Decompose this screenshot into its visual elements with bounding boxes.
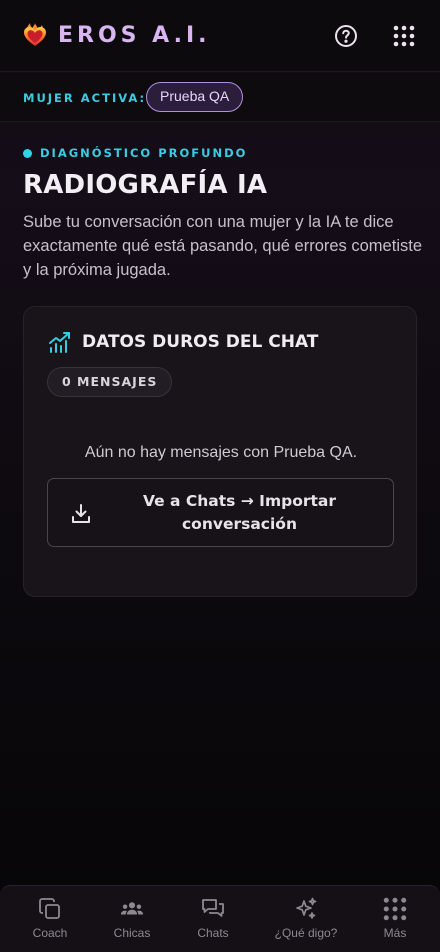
active-woman-chip[interactable]: Prueba QA	[146, 82, 244, 112]
app-screen: EROS A.I. MUJER ACTIVA: Prueba QA DIAGNÓ…	[0, 0, 440, 952]
nav-item-chats[interactable]: Chats	[173, 886, 253, 952]
nav-label: Chats	[197, 926, 229, 940]
active-woman-label: MUJER ACTIVA:	[23, 91, 147, 105]
card-title: DATOS DUROS DEL CHAT	[82, 332, 319, 352]
chat-bubbles-icon	[202, 899, 224, 917]
brand: EROS A.I.	[22, 22, 211, 48]
nav-label: ¿Qué digo?	[274, 926, 338, 940]
import-button-label: Ve a Chats → Importar conversación	[142, 492, 337, 533]
nav-item-chicas[interactable]: Chicas	[92, 886, 172, 952]
group-icon	[120, 902, 144, 915]
message-count-badge: 0 MENSAJES	[47, 367, 173, 397]
nav-item-coach[interactable]: Coach	[10, 886, 90, 952]
section-eyebrow: DIAGNÓSTICO PROFUNDO	[23, 146, 247, 160]
nav-label: Más	[383, 926, 407, 940]
help-circle-icon	[335, 25, 357, 47]
app-header: EROS A.I.	[0, 0, 440, 72]
chart-trend-icon	[49, 332, 70, 353]
status-dot	[23, 148, 32, 158]
eyebrow-text: DIAGNÓSTICO PROFUNDO	[40, 146, 248, 160]
import-conversation-button[interactable]: Ve a Chats → Importar conversación	[47, 478, 394, 547]
apps-grid-icon	[393, 25, 415, 47]
active-woman-bar: MUJER ACTIVA: Prueba QA	[0, 73, 440, 122]
sparkles-icon	[296, 897, 317, 919]
apps-grid-icon	[383, 897, 407, 921]
nav-label: Chicas	[113, 926, 151, 940]
page-description: Sube tu conversación con una mujer y la …	[23, 213, 422, 279]
nav-item-que-digo[interactable]: ¿Qué digo?	[266, 886, 346, 952]
download-icon	[72, 504, 90, 523]
apps-menu-button[interactable]	[390, 22, 418, 50]
app-name: EROS A.I.	[58, 22, 211, 48]
bottom-navigation: Coach Chicas Chats ¿Qué digo? Más	[0, 885, 440, 952]
chat-data-card: DATOS DUROS DEL CHAT 0 MENSAJES Aún no h…	[23, 306, 417, 597]
flaming-heart-icon	[24, 23, 46, 46]
nav-item-mas[interactable]: Más	[355, 886, 435, 952]
empty-state-message: Aún no hay mensajes con Prueba QA.	[84, 444, 358, 461]
card-header: DATOS DUROS DEL CHAT	[48, 331, 318, 353]
page-title: RADIOGRAFÍA IA	[23, 170, 268, 200]
copy-layers-icon	[39, 898, 60, 919]
help-button[interactable]	[332, 22, 360, 50]
nav-label: Coach	[32, 926, 68, 940]
